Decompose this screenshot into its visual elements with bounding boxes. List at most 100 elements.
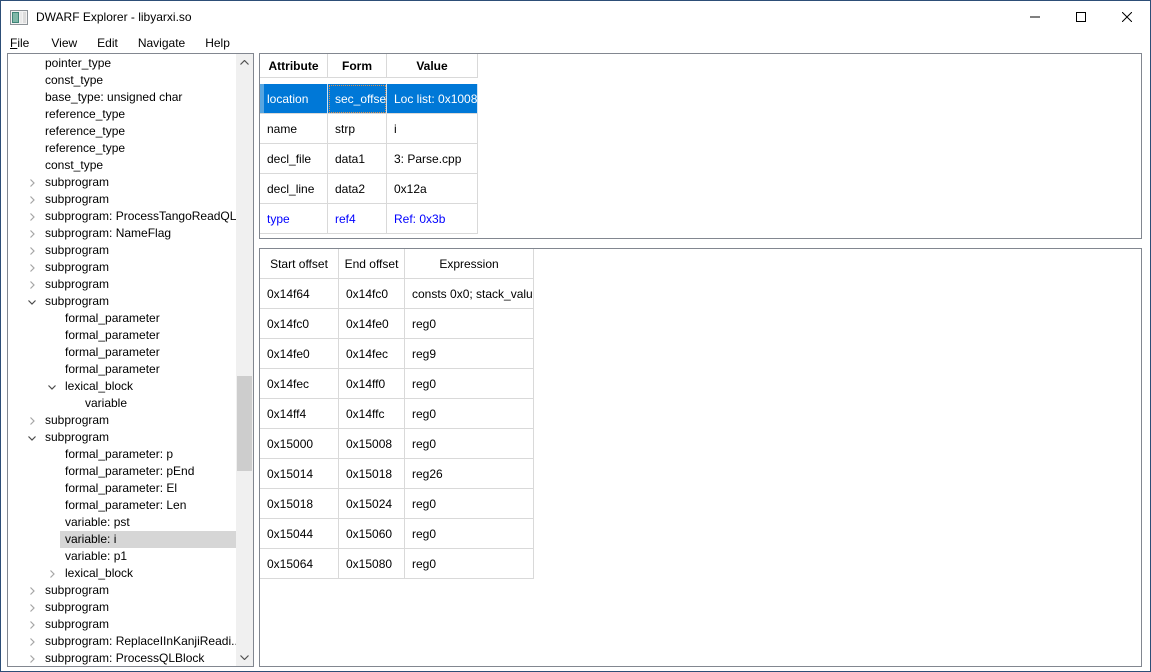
loc-table-cell[interactable]: 0x15018	[260, 489, 339, 519]
loc-table-cell[interactable]: reg26	[405, 459, 534, 489]
loc-table-cell[interactable]: 0x14fec	[339, 339, 405, 369]
tree-item[interactable]: subprogram	[8, 429, 236, 446]
tree-item[interactable]: formal_parameter	[8, 310, 236, 327]
attr-table-cell[interactable]: ref4	[328, 204, 387, 234]
tree-item[interactable]: lexical_block	[8, 378, 236, 395]
scroll-down-icon[interactable]	[236, 649, 253, 666]
chevron-right-icon[interactable]	[24, 192, 40, 208]
tree-item[interactable]: variable: p1	[8, 548, 236, 565]
loc-table-cell[interactable]: 0x14f64	[260, 279, 339, 309]
loc-table-cell[interactable]: 0x15064	[260, 549, 339, 579]
attr-table-cell[interactable]: decl_line	[260, 174, 328, 204]
close-button[interactable]	[1104, 1, 1150, 33]
chevron-right-icon[interactable]	[24, 634, 40, 650]
tree-item[interactable]: formal_parameter: Len	[8, 497, 236, 514]
tree-item[interactable]: subprogram	[8, 582, 236, 599]
attr-table-cell[interactable]: name	[260, 114, 328, 144]
tree-item[interactable]: subprogram	[8, 293, 236, 310]
loc-table-cell[interactable]: reg0	[405, 489, 534, 519]
loc-table-cell[interactable]: 0x14ff0	[339, 369, 405, 399]
loc-table-cell[interactable]: 0x14ff4	[260, 399, 339, 429]
loc-table-cell[interactable]: 0x15060	[339, 519, 405, 549]
chevron-right-icon[interactable]	[24, 209, 40, 225]
tree-item[interactable]: subprogram	[8, 191, 236, 208]
chevron-right-icon[interactable]	[24, 583, 40, 599]
attr-table-cell[interactable]: strp	[328, 114, 387, 144]
chevron-right-icon[interactable]	[24, 226, 40, 242]
tree-item[interactable]: subprogram	[8, 174, 236, 191]
tree-scrollbar[interactable]	[236, 54, 253, 666]
tree-item[interactable]: formal_parameter: El	[8, 480, 236, 497]
tree-item[interactable]: formal_parameter: pEnd	[8, 463, 236, 480]
tree-item[interactable]: pointer_type	[8, 55, 236, 72]
chevron-right-icon[interactable]	[44, 566, 60, 582]
tree-item[interactable]: reference_type	[8, 140, 236, 157]
loc-table-cell[interactable]: 0x14fc0	[260, 309, 339, 339]
tree-item[interactable]: const_type	[8, 157, 236, 174]
loc-table-cell[interactable]: 0x15000	[260, 429, 339, 459]
tree-item[interactable]: variable: i	[8, 531, 236, 548]
attr-table-cell[interactable]: 3: Parse.cpp	[387, 144, 478, 174]
chevron-down-icon[interactable]	[24, 294, 40, 310]
menu-view[interactable]: View	[41, 33, 87, 53]
tree-item[interactable]: subprogram	[8, 259, 236, 276]
tree-item[interactable]: subprogram: NameFlag	[8, 225, 236, 242]
menu-file[interactable]: File	[9, 33, 41, 53]
chevron-right-icon[interactable]	[24, 617, 40, 633]
tree-item[interactable]: formal_parameter	[8, 344, 236, 361]
loc-table-cell[interactable]: 0x14fc0	[339, 279, 405, 309]
loc-table-cell[interactable]: 0x14ffc	[339, 399, 405, 429]
loc-table-cell[interactable]: reg0	[405, 309, 534, 339]
tree-item[interactable]: subprogram	[8, 412, 236, 429]
loc-table-cell[interactable]: 0x15008	[339, 429, 405, 459]
chevron-right-icon[interactable]	[24, 651, 40, 667]
tree-item[interactable]: variable: pst	[8, 514, 236, 531]
attr-table-cell[interactable]: Ref: 0x3b	[387, 204, 478, 234]
scrollbar-thumb[interactable]	[237, 376, 252, 471]
loc-table-cell[interactable]: 0x15014	[260, 459, 339, 489]
tree-item[interactable]: subprogram	[8, 276, 236, 293]
menu-navigate[interactable]: Navigate	[128, 33, 195, 53]
chevron-down-icon[interactable]	[44, 379, 60, 395]
loc-table-cell[interactable]: consts 0x0; stack_value	[405, 279, 534, 309]
loc-table-cell[interactable]: 0x15024	[339, 489, 405, 519]
attr-table-cell[interactable]: data2	[328, 174, 387, 204]
loc-table-cell[interactable]: 0x15018	[339, 459, 405, 489]
loc-table-cell[interactable]: 0x15080	[339, 549, 405, 579]
loc-table-cell[interactable]: reg0	[405, 429, 534, 459]
tree-item[interactable]: subprogram: ProcessQLBlock	[8, 650, 236, 667]
tree-item[interactable]: reference_type	[8, 123, 236, 140]
loc-table-cell[interactable]: 0x14fec	[260, 369, 339, 399]
scroll-up-icon[interactable]	[236, 54, 253, 71]
attr-table-cell[interactable]: location	[260, 84, 328, 114]
chevron-down-icon[interactable]	[24, 430, 40, 446]
attr-table-cell[interactable]: type	[260, 204, 328, 234]
attr-table-cell[interactable]: 0x12a	[387, 174, 478, 204]
tree-item[interactable]: base_type: unsigned char	[8, 89, 236, 106]
attr-table-cell[interactable]: data1	[328, 144, 387, 174]
loc-table-cell[interactable]: 0x14fe0	[339, 309, 405, 339]
chevron-right-icon[interactable]	[24, 260, 40, 276]
loc-table-cell[interactable]: 0x15044	[260, 519, 339, 549]
chevron-right-icon[interactable]	[24, 243, 40, 259]
tree-item[interactable]: subprogram: ProcessTangoReadQL	[8, 208, 236, 225]
loc-table-cell[interactable]: reg0	[405, 399, 534, 429]
tree-item[interactable]: subprogram	[8, 242, 236, 259]
maximize-button[interactable]	[1058, 1, 1104, 33]
chevron-right-icon[interactable]	[24, 175, 40, 191]
chevron-right-icon[interactable]	[24, 413, 40, 429]
chevron-right-icon[interactable]	[24, 277, 40, 293]
minimize-button[interactable]	[1012, 1, 1058, 33]
loc-table-cell[interactable]: reg9	[405, 339, 534, 369]
tree-item[interactable]: subprogram: ReplaceIInKanjiReadi...	[8, 633, 241, 650]
tree-item[interactable]: formal_parameter	[8, 361, 236, 378]
loc-table-cell[interactable]: 0x14fe0	[260, 339, 339, 369]
attr-table-cell[interactable]: decl_file	[260, 144, 328, 174]
tree-item[interactable]: lexical_block	[8, 565, 236, 582]
tree-item[interactable]: const_type	[8, 72, 236, 89]
tree-item[interactable]: variable	[8, 395, 236, 412]
menu-edit[interactable]: Edit	[87, 33, 128, 53]
tree-item[interactable]: subprogram	[8, 599, 236, 616]
chevron-right-icon[interactable]	[24, 600, 40, 616]
tree-item[interactable]: formal_parameter	[8, 327, 236, 344]
